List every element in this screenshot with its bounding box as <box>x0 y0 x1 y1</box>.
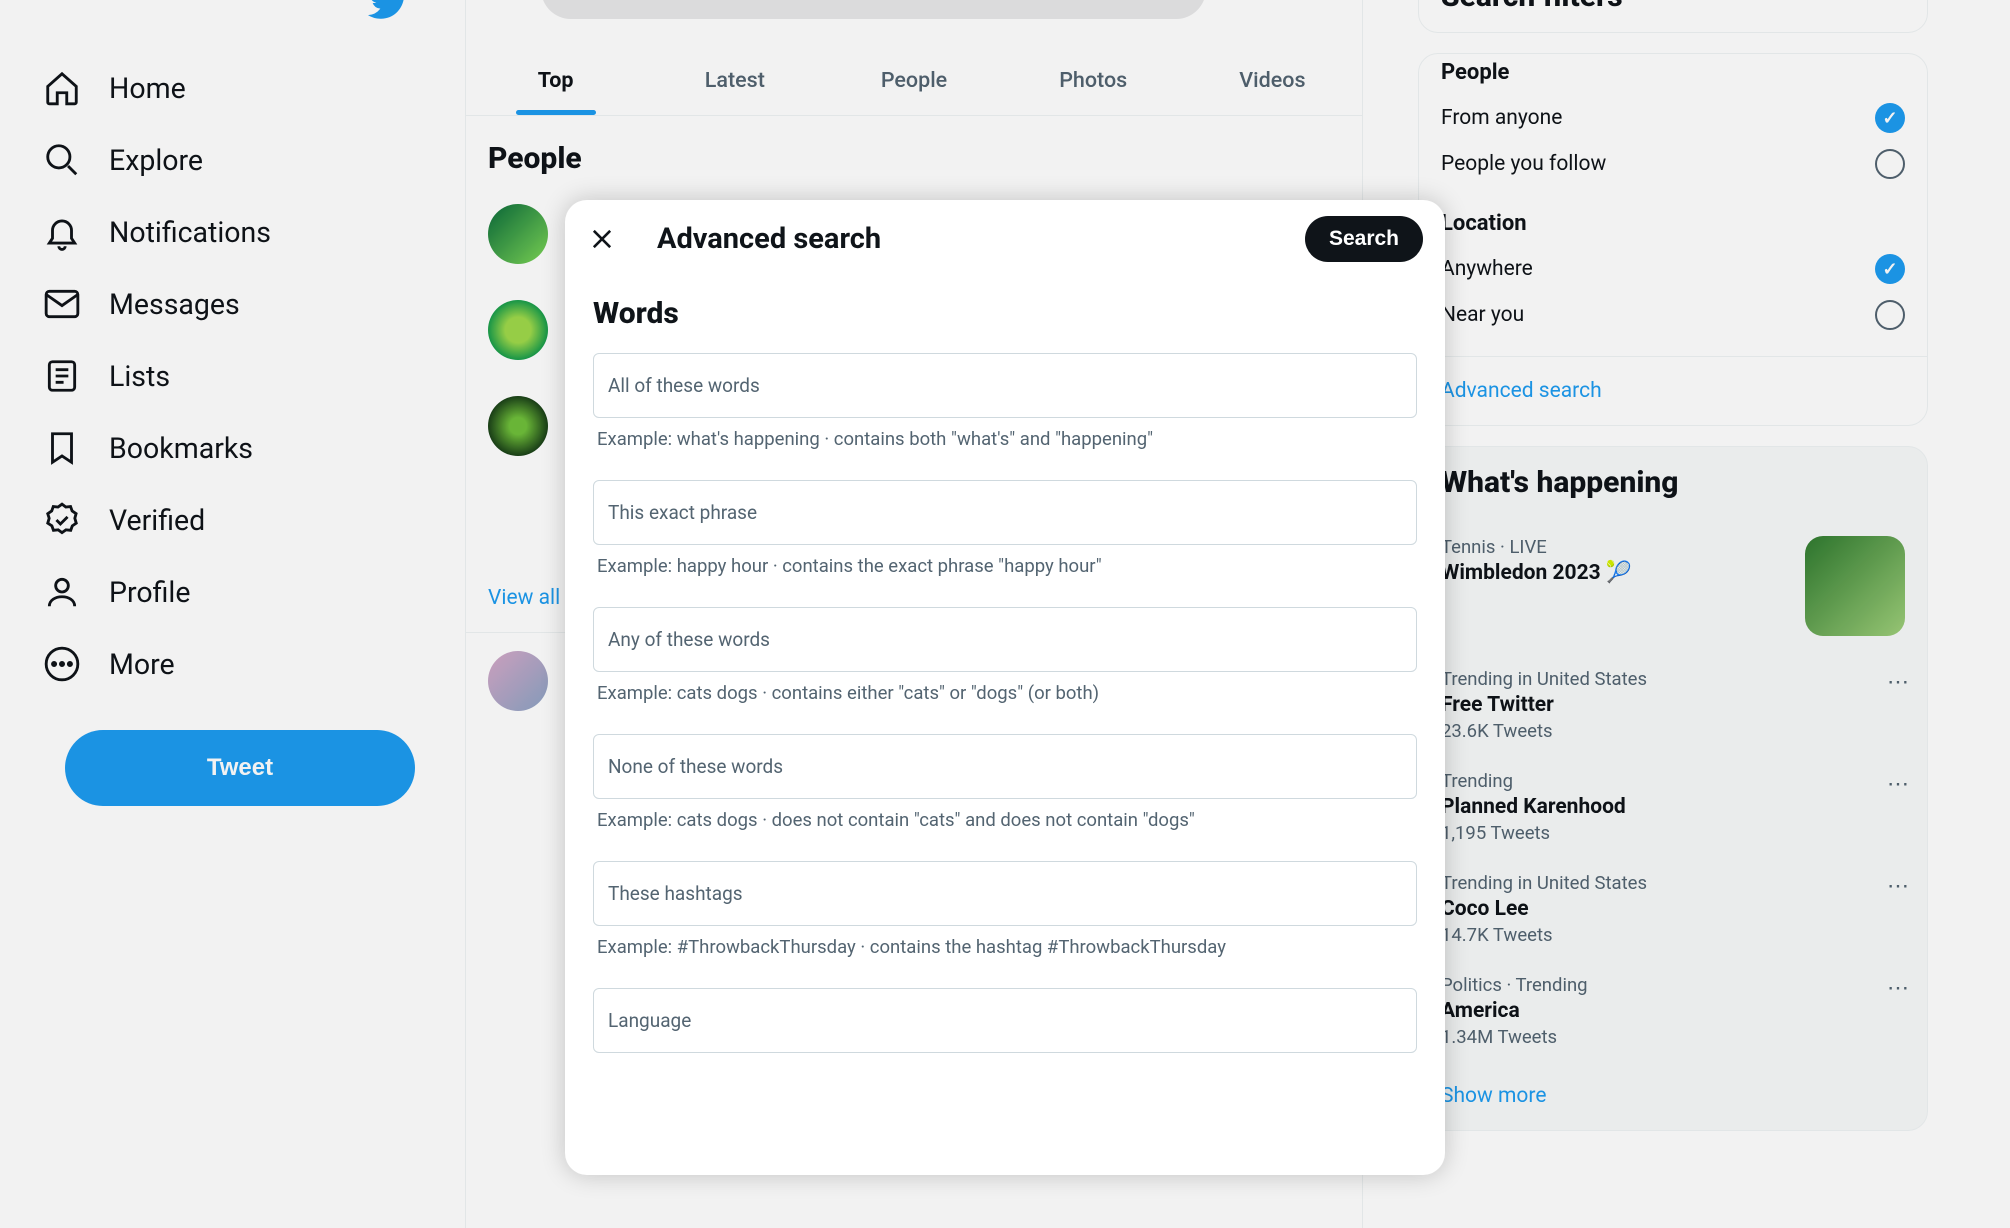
hashtags-field[interactable]: These hashtags <box>593 861 1417 926</box>
advanced-search-modal: Advanced search Search Words All of thes… <box>565 200 1445 1175</box>
example-text: Example: cats dogs · does not contain "c… <box>597 809 1413 831</box>
exact-phrase-field[interactable]: This exact phrase <box>593 480 1417 545</box>
language-field[interactable]: Language <box>593 988 1417 1053</box>
modal-body[interactable]: Words All of these words Example: what's… <box>565 278 1445 1175</box>
words-heading: Words <box>593 296 1417 331</box>
modal-header: Advanced search Search <box>565 200 1445 278</box>
example-text: Example: #ThrowbackThursday · contains t… <box>597 936 1413 958</box>
example-text: Example: cats dogs · contains either "ca… <box>597 682 1413 704</box>
search-button[interactable]: Search <box>1305 216 1423 262</box>
close-icon[interactable] <box>587 224 617 254</box>
example-text: Example: happy hour · contains the exact… <box>597 555 1413 577</box>
all-words-field[interactable]: All of these words <box>593 353 1417 418</box>
example-text: Example: what's happening · contains bot… <box>597 428 1413 450</box>
any-words-field[interactable]: Any of these words <box>593 607 1417 672</box>
modal-title: Advanced search <box>657 222 1265 256</box>
none-words-field[interactable]: None of these words <box>593 734 1417 799</box>
